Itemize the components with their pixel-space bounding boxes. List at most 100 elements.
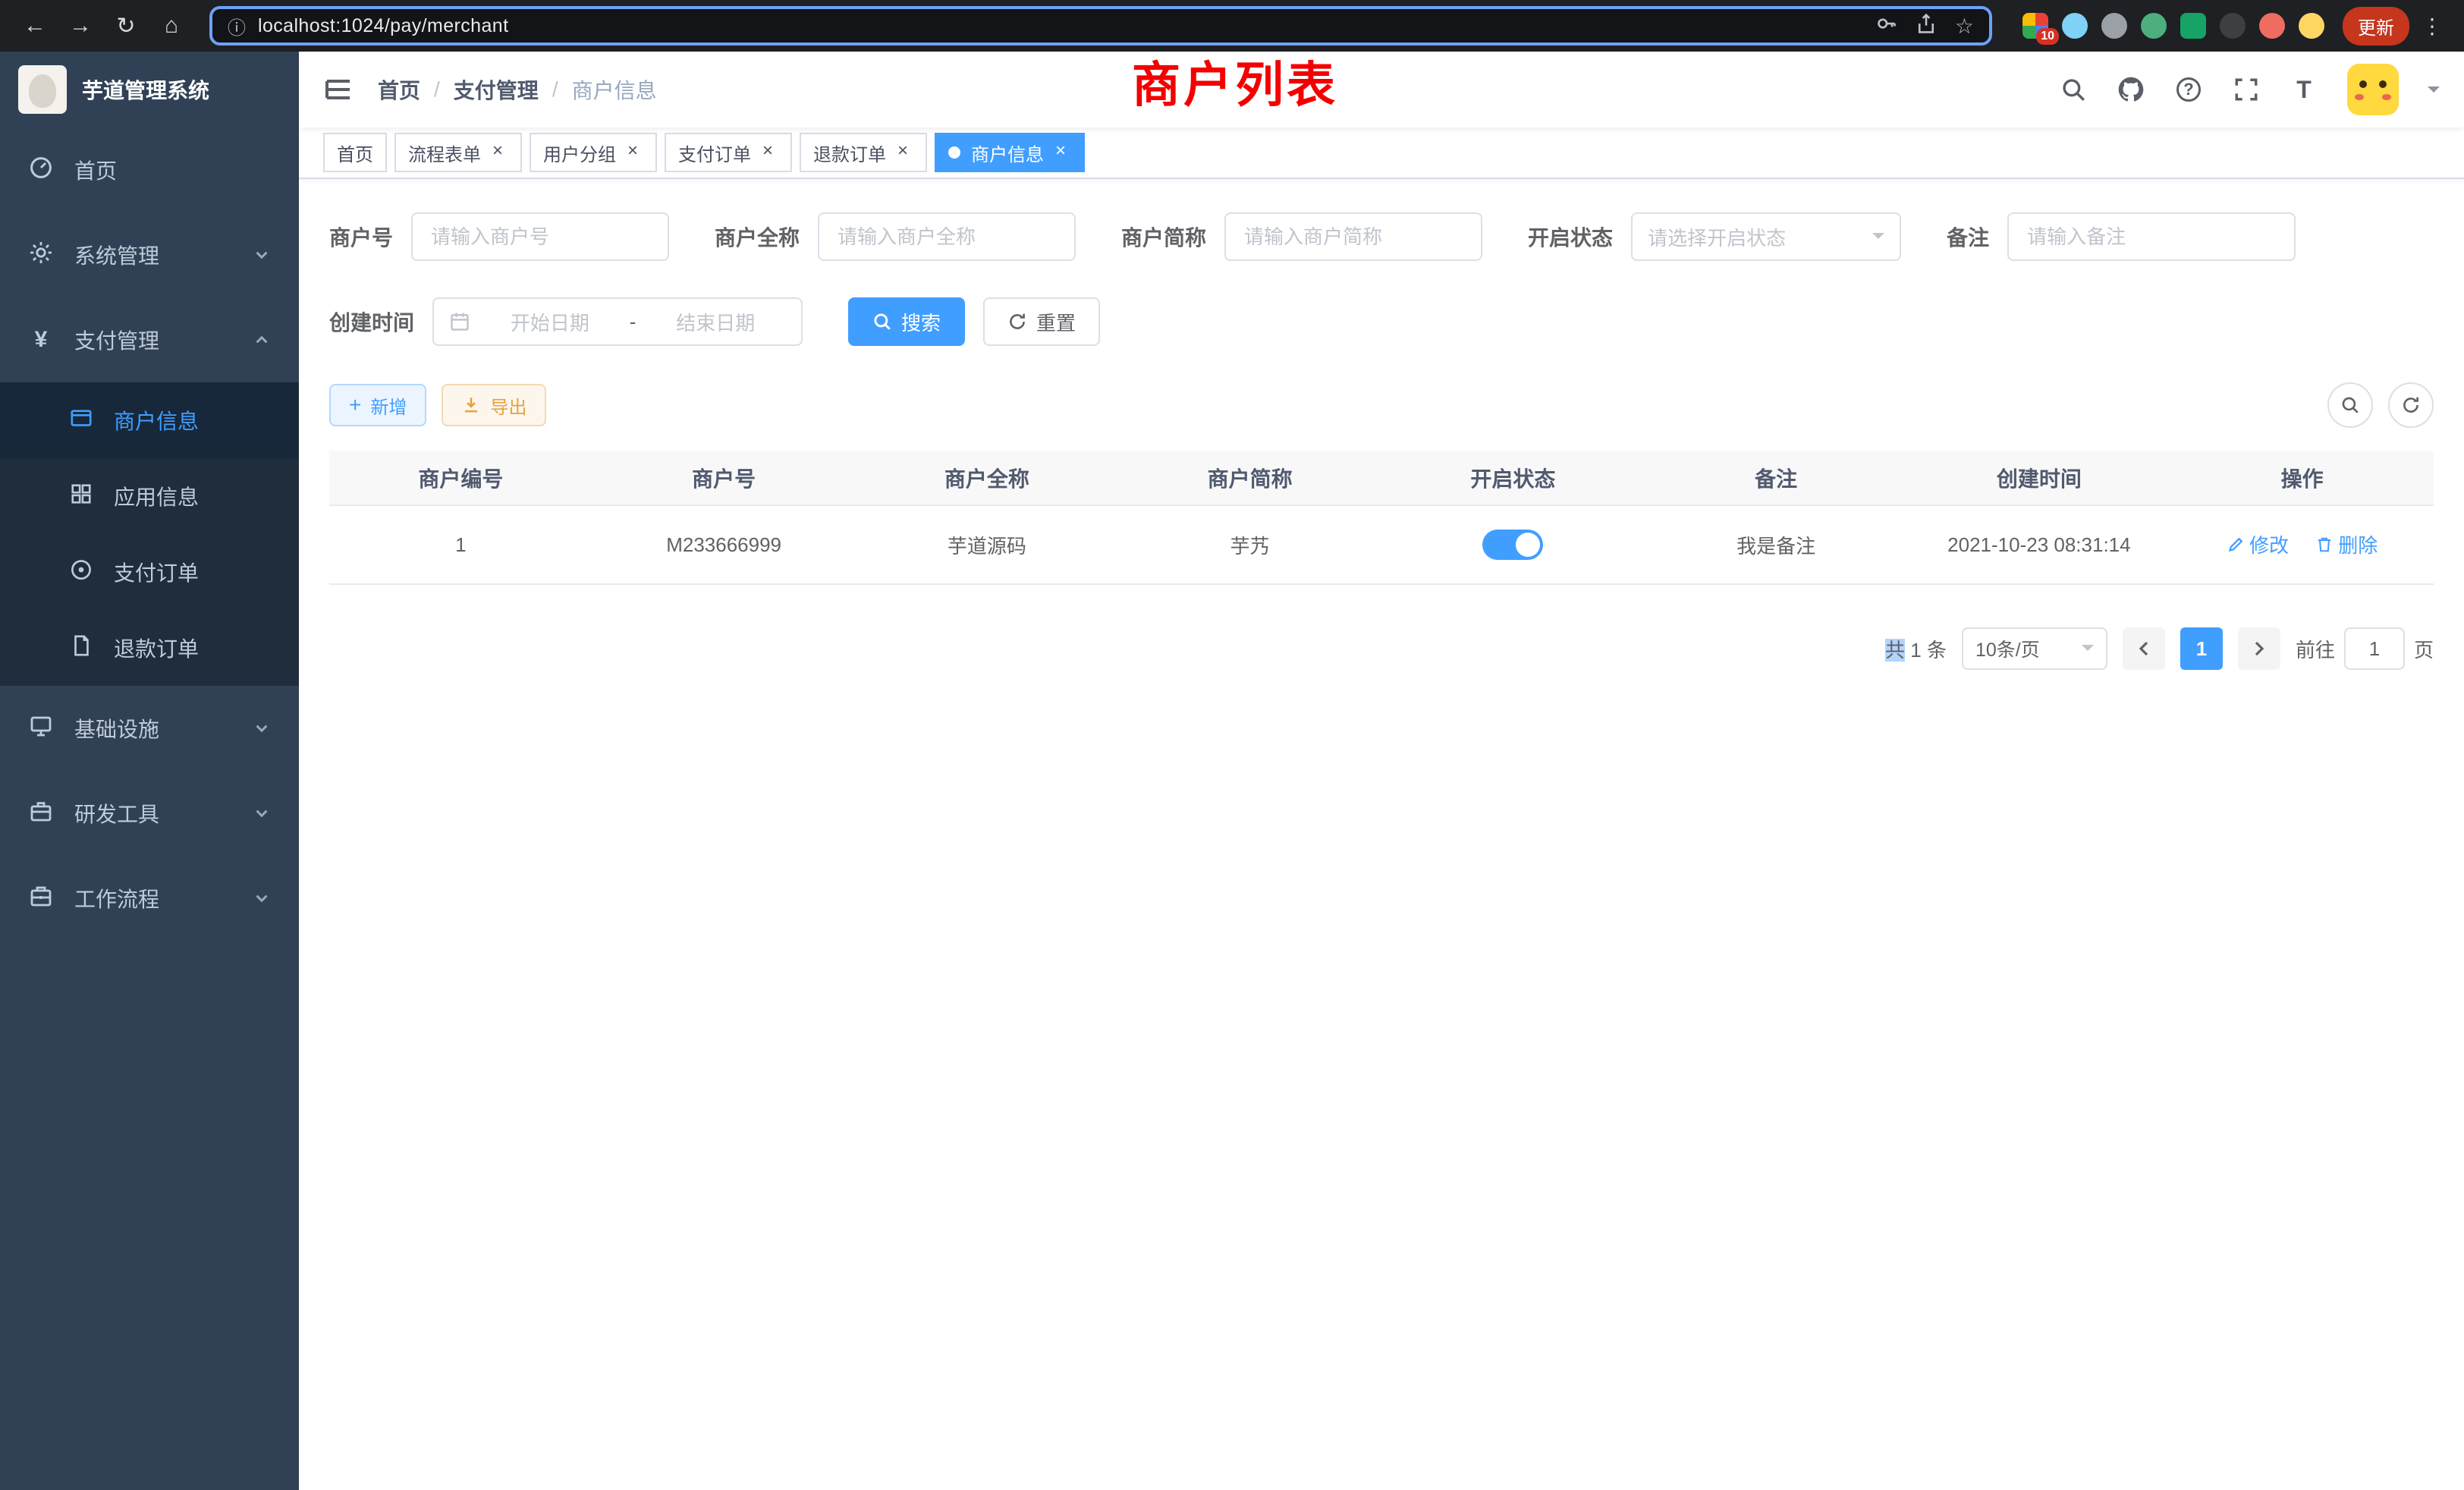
- next-page-button[interactable]: [2238, 627, 2280, 670]
- extension-icon[interactable]: [2180, 13, 2206, 39]
- toggle-search-button[interactable]: [2327, 382, 2373, 428]
- sidebar-item-devtools[interactable]: 研发工具: [0, 771, 299, 856]
- close-icon[interactable]: ×: [1050, 142, 1071, 163]
- export-button[interactable]: 导出: [442, 384, 546, 426]
- sidebar-item-pay-order[interactable]: 支付订单: [0, 534, 299, 610]
- extension-icon[interactable]: [2220, 13, 2246, 39]
- end-date-placeholder: 结束日期: [645, 308, 786, 336]
- prev-page-button[interactable]: [2123, 627, 2165, 670]
- sidebar-item-refund-order[interactable]: 退款订单: [0, 610, 299, 686]
- sidebar-item-label: 系统管理: [74, 240, 159, 270]
- pagination: 共 1 条 10条/页 1 前往 页: [329, 627, 2434, 670]
- home-icon[interactable]: ⌂: [152, 6, 191, 46]
- chevron-down-icon: [1872, 233, 1884, 245]
- breadcrumb-current: 商户信息: [572, 74, 657, 105]
- close-icon[interactable]: ×: [487, 142, 508, 163]
- chevron-right-icon: [2252, 641, 2267, 656]
- sidebar-toggle-icon[interactable]: [323, 74, 354, 105]
- pagination-total: 共 1 条: [1885, 635, 1947, 663]
- browser-update-button[interactable]: 更新: [2343, 7, 2409, 46]
- tab-merchant-info[interactable]: 商户信息×: [935, 133, 1085, 172]
- search-icon[interactable]: [2059, 75, 2088, 104]
- extension-badge: 10: [2036, 28, 2059, 45]
- close-icon[interactable]: ×: [622, 142, 643, 163]
- browser-toolbar: ← → ↻ ⌂ ⓘ localhost:1024/pay/merchant ☆ …: [0, 0, 2464, 52]
- sidebar-item-payment[interactable]: ¥ 支付管理: [0, 297, 299, 382]
- page-number-1[interactable]: 1: [2180, 627, 2223, 670]
- status-select[interactable]: 请选择开启状态: [1631, 212, 1901, 261]
- back-icon[interactable]: ←: [15, 6, 55, 46]
- main-area: 首页 / 支付管理 / 商户信息 ? T 首页: [299, 52, 2464, 1490]
- tab-pay-order[interactable]: 支付订单×: [665, 133, 792, 172]
- sidebar-item-merchant-info[interactable]: 商户信息: [0, 382, 299, 458]
- delete-link[interactable]: 删除: [2315, 530, 2378, 558]
- col-merchant-no: 商户号: [592, 451, 856, 505]
- share-icon[interactable]: [1916, 12, 1937, 40]
- extension-icon[interactable]: [2062, 13, 2088, 39]
- bookmark-star-icon[interactable]: ☆: [1955, 14, 1974, 39]
- extension-icon[interactable]: [2259, 13, 2285, 39]
- extension-icon[interactable]: [2141, 13, 2167, 39]
- col-short-name: 商户简称: [1118, 451, 1381, 505]
- merchant-name-input[interactable]: [818, 212, 1076, 261]
- cell-merchant-no: M233666999: [592, 505, 856, 584]
- filter-row-1: 商户号 商户全称 商户简称 开启状态 请选择开启状态: [329, 212, 2434, 261]
- sidebar-item-app-info[interactable]: 应用信息: [0, 458, 299, 534]
- profile-avatar-icon[interactable]: [2299, 13, 2324, 39]
- tab-home[interactable]: 首页: [323, 133, 387, 172]
- close-icon[interactable]: ×: [892, 142, 913, 163]
- sidebar-logo[interactable]: 芋道管理系统: [0, 52, 299, 127]
- filter-merchant-short-name: 商户简称: [1121, 212, 1482, 261]
- navbar-actions: ? T: [2059, 64, 2440, 115]
- forward-icon[interactable]: →: [61, 6, 100, 46]
- close-icon[interactable]: ×: [757, 142, 778, 163]
- fullscreen-icon[interactable]: [2232, 75, 2261, 104]
- plus-icon: +: [349, 395, 361, 416]
- top-navbar: 首页 / 支付管理 / 商户信息 ? T: [299, 52, 2464, 127]
- calendar-icon: [449, 311, 470, 332]
- chevron-down-icon: [253, 720, 270, 737]
- goto-page-input[interactable]: [2344, 627, 2405, 670]
- status-toggle[interactable]: [1482, 530, 1543, 560]
- password-key-icon[interactable]: [1876, 12, 1897, 40]
- add-button[interactable]: + 新增: [329, 384, 426, 426]
- edit-link[interactable]: 修改: [2227, 530, 2289, 558]
- breadcrumb-separator: /: [552, 77, 558, 102]
- sidebar: 芋道管理系统 首页 系统管理 ¥ 支付管理: [0, 52, 299, 1490]
- filter-row-2: 创建时间 开始日期 - 结束日期 搜索 重置: [329, 297, 2434, 346]
- remark-input[interactable]: [2007, 212, 2296, 261]
- avatar-caret-icon[interactable]: [2428, 86, 2440, 99]
- browser-menu-icon[interactable]: ⋮: [2415, 14, 2449, 39]
- chevron-down-icon: [253, 247, 270, 263]
- sidebar-item-system[interactable]: 系统管理: [0, 212, 299, 297]
- filter-label: 商户号: [329, 222, 393, 252]
- merchant-short-name-input[interactable]: [1224, 212, 1482, 261]
- sidebar-item-home[interactable]: 首页: [0, 127, 299, 212]
- merchant-no-input[interactable]: [411, 212, 669, 261]
- help-icon[interactable]: ?: [2174, 75, 2203, 104]
- extension-icon[interactable]: [2101, 13, 2127, 39]
- github-icon[interactable]: [2117, 75, 2145, 104]
- site-info-icon[interactable]: ⓘ: [228, 13, 246, 39]
- page-size-select[interactable]: 10条/页: [1962, 627, 2107, 670]
- sidebar-item-workflow[interactable]: 工作流程: [0, 856, 299, 941]
- url-bar[interactable]: ⓘ localhost:1024/pay/merchant ☆: [209, 6, 1992, 46]
- create-time-range-picker[interactable]: 开始日期 - 结束日期: [432, 297, 803, 346]
- reset-button[interactable]: 重置: [983, 297, 1100, 346]
- active-dot: [948, 146, 960, 159]
- tab-process-form[interactable]: 流程表单×: [394, 133, 522, 172]
- font-size-icon[interactable]: T: [2290, 75, 2318, 104]
- extension-icon[interactable]: 10: [2022, 13, 2048, 39]
- date-separator: -: [630, 310, 636, 334]
- tab-user-group[interactable]: 用户分组×: [530, 133, 657, 172]
- tab-refund-order[interactable]: 退款订单×: [800, 133, 927, 172]
- user-avatar[interactable]: [2347, 64, 2399, 115]
- search-button[interactable]: 搜索: [848, 297, 965, 346]
- reload-icon[interactable]: ↻: [106, 6, 146, 46]
- sidebar-item-infra[interactable]: 基础设施: [0, 686, 299, 771]
- refresh-table-button[interactable]: [2388, 382, 2434, 428]
- breadcrumb-payment[interactable]: 支付管理: [454, 74, 539, 105]
- page-unit-label: 页: [2414, 635, 2434, 663]
- breadcrumb-home[interactable]: 首页: [378, 74, 420, 105]
- chevron-down-icon: [253, 805, 270, 822]
